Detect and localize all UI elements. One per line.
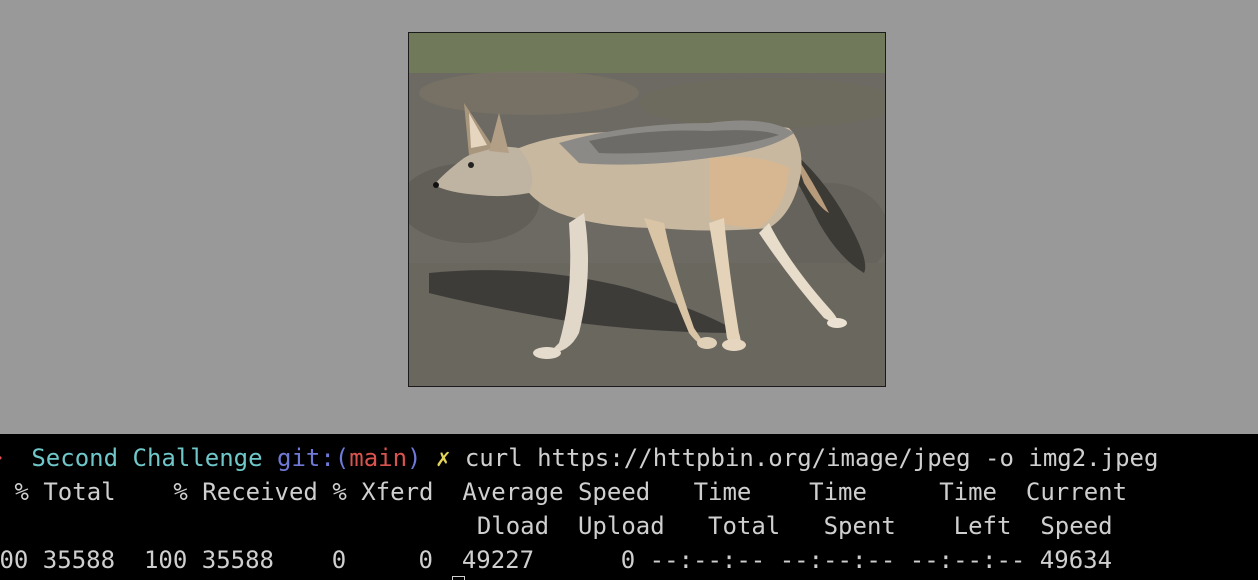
git-branch: main bbox=[349, 444, 408, 472]
terminal-cursor bbox=[452, 576, 465, 580]
jackal-photo-drawing bbox=[409, 33, 885, 386]
curl-header-line-2: Dload Upload Total Spent Left Speed bbox=[0, 512, 1113, 540]
prompt-arrow-icon: ➜ bbox=[0, 444, 2, 472]
prompt-line: ➜ Second Challenge git:(main) ✗ curl htt… bbox=[0, 441, 1158, 475]
git-close: ) bbox=[407, 444, 422, 472]
curl-progress-line: 100 35588 100 35588 0 0 49227 0 --:--:--… bbox=[0, 546, 1113, 574]
jackal-photo bbox=[408, 32, 886, 387]
dirty-marker-icon: ✗ bbox=[435, 444, 451, 472]
image-viewer bbox=[0, 0, 1258, 434]
curl-header-line-1: % Total % Received % Xferd Average Speed… bbox=[0, 478, 1128, 506]
command-text: curl https://httpbin.org/image/jpeg -o i… bbox=[464, 444, 1159, 472]
git-label: git:( bbox=[277, 444, 350, 472]
terminal-window[interactable]: ➜ Second Challenge git:(main) ✗ curl htt… bbox=[0, 434, 1258, 580]
prompt-directory: Second Challenge bbox=[31, 444, 263, 472]
